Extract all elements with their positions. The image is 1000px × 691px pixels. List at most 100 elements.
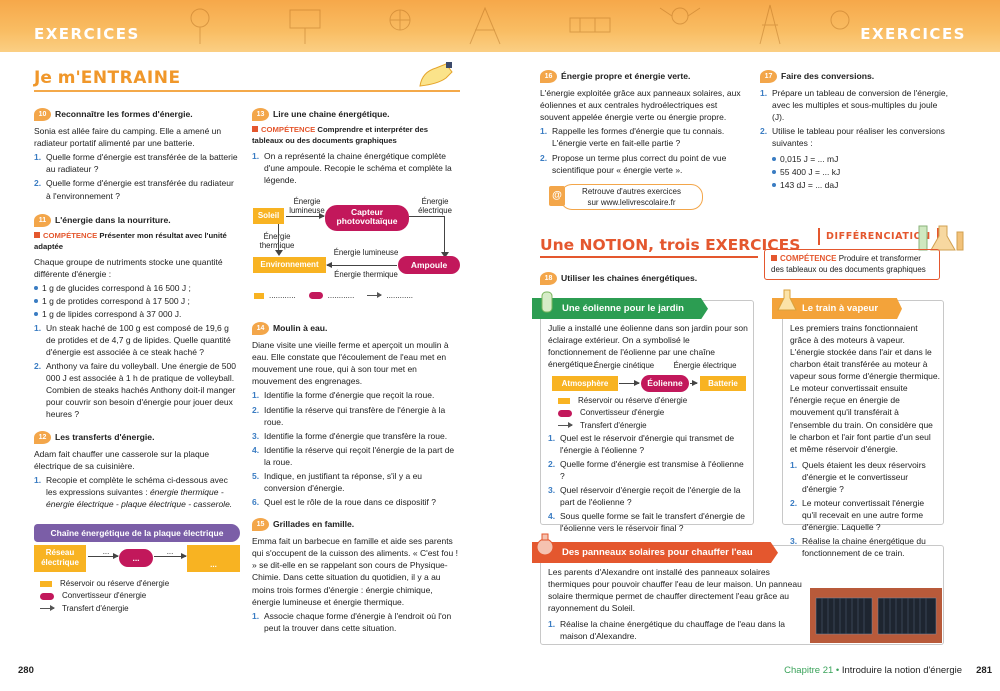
question: 2. Le moteur convertissait l'énergie qu'i… [790,497,925,532]
exercise-number: 17 [760,70,777,84]
transfer-arrow-back [327,265,397,266]
right-column-1: 16 Énergie propre et énergie verte. L'éne… [540,70,745,184]
section-title-notion: Une NOTION, trois EXERCICES [540,234,800,256]
exercise-12-intro: Adam fait chauffer une casserole sur la … [34,448,210,471]
question: 2. Anthony va faire du volleyball. Une én… [34,361,236,420]
arrow-head [275,250,283,256]
exercise-10-intro: Sonia est allée faire du camping. Elle a… [34,126,222,149]
legend-blank: ............ [327,291,355,300]
page-number-left: 280 [18,665,34,676]
exercise-14-title: 14 Moulin à eau. [252,322,460,336]
question: 3. Quel réservoir d'énergie reçoit de l'é… [548,485,741,508]
exercise-title-text: Lire une chaine énergétique. [273,109,390,119]
question: 5. Indique, en justifiant ta réponse, s'i… [252,470,423,493]
solaire-questions: 1. Réalise la chaine énergétique du chauf… [548,618,806,642]
link-line-1: Retrouve d'autres exercices [582,187,681,196]
question: 4. Sous quelle forme se fait le transfert… [548,511,745,534]
question: 2. Quelle forme d'énergie est transmise à… [548,459,744,482]
list-item: 1 g de protides correspond à 17 500 J ; [34,295,239,307]
solar-panel-photo [810,588,942,643]
question-text: Associe chaque forme d'énergie à l'endro… [264,610,452,633]
list-item: 0,015 J = ... mJ [772,153,950,165]
legend-label: Transfert d'énergie [62,603,129,613]
title-part: NOTION [579,236,649,254]
exercise-10-title: 10 Reconnaître les formes d'énergie. [34,108,239,122]
legend-label: Réservoir ou réserve d'énergie [578,396,688,405]
section-divider [34,90,460,92]
more-exercises-link[interactable]: Retrouve d'autres exercices sur www.leli… [560,184,703,210]
question: 1. Réalise la chaine énergétique du chauf… [548,619,785,642]
arrow-head [326,261,332,268]
exercise-13-title: 13 Lire une chaine énergétique. [252,108,460,122]
list-item: 143 dJ = ... daJ [772,179,950,191]
exercise-number: 15 [252,518,269,532]
test-tube-icon [541,291,553,313]
question-text: Réalise la chaine énergétique du chauffa… [560,619,785,642]
question-text: Identifie la forme d'énergie que reçoit … [264,390,435,401]
competence-tag: COMPÉTENCE Présenter mon résultat avec l… [34,231,239,253]
exercise-title-text: Faire des conversions. [781,71,875,81]
lab-flask-icon [918,225,964,251]
question-text: Quels étaient les deux réservoirs d'éner… [802,459,926,494]
question-text: Prépare un tableau de conversion de l'én… [772,88,948,123]
exercise-15-questions: 1. Associe chaque forme d'énergie à l'end… [252,610,460,634]
question-text: Identifie la réserve qui reçoit l'énergi… [264,444,455,467]
question-text: Quelle forme d'énergie est transférée de… [46,152,238,175]
transfer-arrow [286,213,325,219]
list-item: 55 400 J = ... kJ [772,166,950,178]
batterie-box: Batterie [700,376,746,391]
question: 1. Identifie la forme d'énergie que reçoi… [252,390,435,401]
exercise-11-intro: Chaque groupe de nutriments stocke une q… [34,256,223,279]
chapter-title: Introduire la notion d'énergie [841,665,962,676]
energy-label: Énergie lumineuse [333,248,399,257]
energy-label: Énergie électrique [673,361,737,370]
question-text: Identifie la réserve qui transfère de l'… [264,404,446,427]
chapter-label: Chapitre 21 [784,665,834,676]
question: 1. Un steak haché de 100 g est composé de… [34,323,231,358]
ampoule-box: Ampoule [398,256,460,274]
question-text: Indique, en justifiant ta réponse, s'il … [264,470,423,493]
connector-line [409,216,445,256]
exercise-number: 11 [34,213,51,227]
flask-icon [777,289,797,311]
question: 1. Rappelle les formes d'énergie que tu c… [540,126,725,149]
title-part: Une [540,236,580,254]
question-text: Identifie la forme d'énergie que transfè… [264,430,448,441]
question: 1. On a représenté la chaine énergétique … [252,151,452,186]
plaque-legend: Réservoir ou réserve d'énergie Convertis… [40,578,169,615]
legend-label: Convertisseur d'énergie [580,408,665,418]
question-text: Anthony va faire du volleyball. Une éner… [46,361,236,420]
flask-icon [536,533,554,556]
legend-item: Convertisseur d'énergie [40,590,169,601]
section-title-entraine: Je m'ENTRAINE [34,66,181,90]
eolienne-legend: Réservoir ou réserve d'énergie Convertis… [558,395,687,432]
exercise-12-title: 12 Les transferts d'énergie. [34,430,239,444]
train-intro: Les premiers trains fonctionnaient grâce… [790,323,940,454]
legend-label: Réservoir ou réserve d'énergie [60,579,170,588]
left-column-1: 10 Reconnaître les formes d'énergie. Soni… [34,108,239,518]
capteur-box: Capteur photovoltaïque [325,205,409,231]
left-column-2-lower: 14 Moulin à eau. Diane visite une vieille… [252,322,460,642]
converter-blank: ... [119,549,153,567]
footer-chapter: Chapitre 21 • Introduire la notion d'éne… [784,664,962,677]
eolienne-questions: 1. Quel est le réservoir d'énergie qui tr… [548,432,748,535]
question-text: Sous quelle forme se fait le transfert d… [560,511,745,534]
exercise-15-intro: Emma fait un barbecue en famille et aide… [252,536,458,607]
question-text: Quel est le rôle de la roue dans ce disp… [264,496,436,507]
competence-label: COMPÉTENCE [780,254,837,263]
chapter-separator: • [833,665,842,676]
legend-item: Convertisseur d'énergie [558,407,687,418]
banner-illustration [190,4,850,45]
title-part: , trois [648,236,706,254]
question-text: Quel réservoir d'énergie reçoit de l'éne… [560,485,741,508]
eolienne-questions-wrap: 1. Quel est le réservoir d'énergie qui tr… [548,430,748,543]
exercise-number: 16 [540,70,557,84]
nutrient-list: 1 g de glucides correspond à 16 500 J ; … [34,282,239,320]
soleil-box: Soleil [253,208,284,224]
competence-tag: COMPÉTENCE Comprendre et interpréter des… [252,125,460,147]
question-text: Propose un terme plus correct du point d… [552,152,727,175]
eolienne-title-bar: Une éolienne pour le jardin [532,298,708,320]
exercise-14-intro: Diane visite une vieille ferme et aperço… [252,340,449,387]
question: 1. Quels étaient les deux réservoirs d'én… [790,459,926,494]
ampoule-legend: ............ ............ ............ [254,290,460,301]
